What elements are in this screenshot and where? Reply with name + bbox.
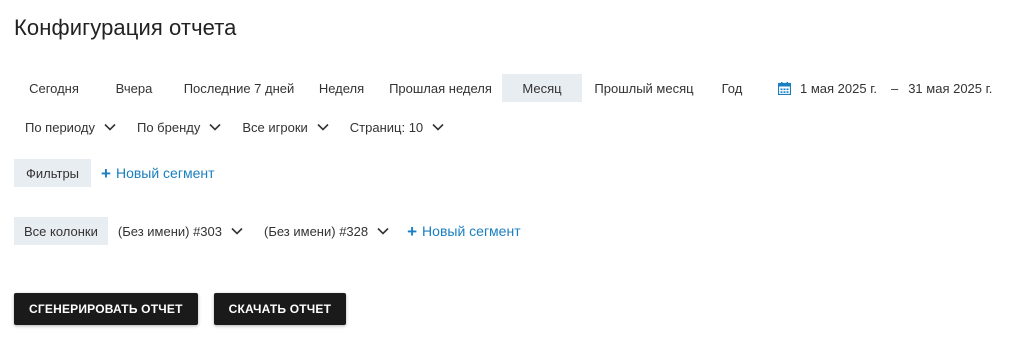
pages-dropdown[interactable]: Страниц: 10 — [350, 120, 444, 135]
brand-label: По бренду — [136, 119, 201, 135]
date-range-start: 1 мая 2025 г. — [800, 80, 877, 96]
page-title: Конфигурация отчета — [14, 15, 237, 40]
filters-row: Фильтры + Новый сегмент — [14, 159, 215, 187]
period-presets: Сегодня Вчера Последние 7 дней Неделя Пр… — [14, 74, 992, 102]
players-label: Все игроки — [242, 119, 308, 135]
new-column-segment-link[interactable]: + Новый сегмент — [407, 223, 521, 240]
group-by-label: По периоду — [25, 119, 95, 135]
plus-icon: + — [101, 163, 111, 183]
calendar-icon — [778, 81, 791, 95]
filters-button[interactable]: Фильтры — [14, 159, 92, 187]
column-segment-328-dropdown[interactable]: (Без имени) #328 — [264, 224, 389, 239]
new-segment-label: Новый сегмент — [422, 223, 521, 239]
period-week[interactable]: Неделя — [304, 74, 379, 102]
chevron-down-icon — [104, 123, 116, 131]
period-month[interactable]: Месяц — [502, 74, 582, 102]
chevron-down-icon — [231, 227, 243, 235]
date-range-picker[interactable]: 1 мая 2025 г. – 31 мая 2025 г. — [778, 81, 992, 96]
report-options: По периоду По бренду Все игроки Страниц:… — [25, 115, 465, 139]
column-segment-303-dropdown[interactable]: (Без имени) #303 — [118, 224, 243, 239]
brand-dropdown[interactable]: По бренду — [137, 120, 221, 135]
column-segment-label: (Без имени) #303 — [117, 223, 222, 239]
report-actions: Сгенерировать отчет Скачать отчет — [14, 293, 347, 325]
chevron-down-icon — [432, 123, 444, 131]
chevron-down-icon — [209, 123, 221, 131]
group-by-dropdown[interactable]: По периоду — [25, 120, 116, 135]
generate-report-button[interactable]: Сгенерировать отчет — [14, 293, 198, 325]
column-segment-label: (Без имени) #328 — [264, 223, 369, 239]
plus-icon: + — [407, 221, 418, 241]
new-filter-segment-link[interactable]: + Новый сегмент — [101, 165, 215, 182]
date-range-end: 31 мая 2025 г. — [908, 80, 993, 96]
chevron-down-icon — [377, 227, 389, 235]
period-year[interactable]: Год — [706, 74, 758, 102]
new-segment-label: Новый сегмент — [115, 165, 215, 181]
period-today[interactable]: Сегодня — [14, 74, 94, 102]
chevron-down-icon — [317, 123, 329, 131]
period-last-month[interactable]: Прошлый месяц — [582, 74, 706, 102]
period-yesterday[interactable]: Вчера — [94, 74, 174, 102]
period-last-week[interactable]: Прошлая неделя — [379, 74, 502, 102]
columns-row: Все колонки (Без имени) #303 (Без имени)… — [14, 217, 521, 245]
date-range-separator: – — [890, 80, 899, 96]
players-dropdown[interactable]: Все игроки — [242, 119, 329, 135]
pages-label: Страниц: 10 — [349, 119, 424, 135]
all-columns-button[interactable]: Все колонки — [14, 217, 108, 245]
period-last-7-days[interactable]: Последние 7 дней — [174, 74, 304, 102]
download-report-button[interactable]: Скачать отчет — [213, 293, 347, 325]
